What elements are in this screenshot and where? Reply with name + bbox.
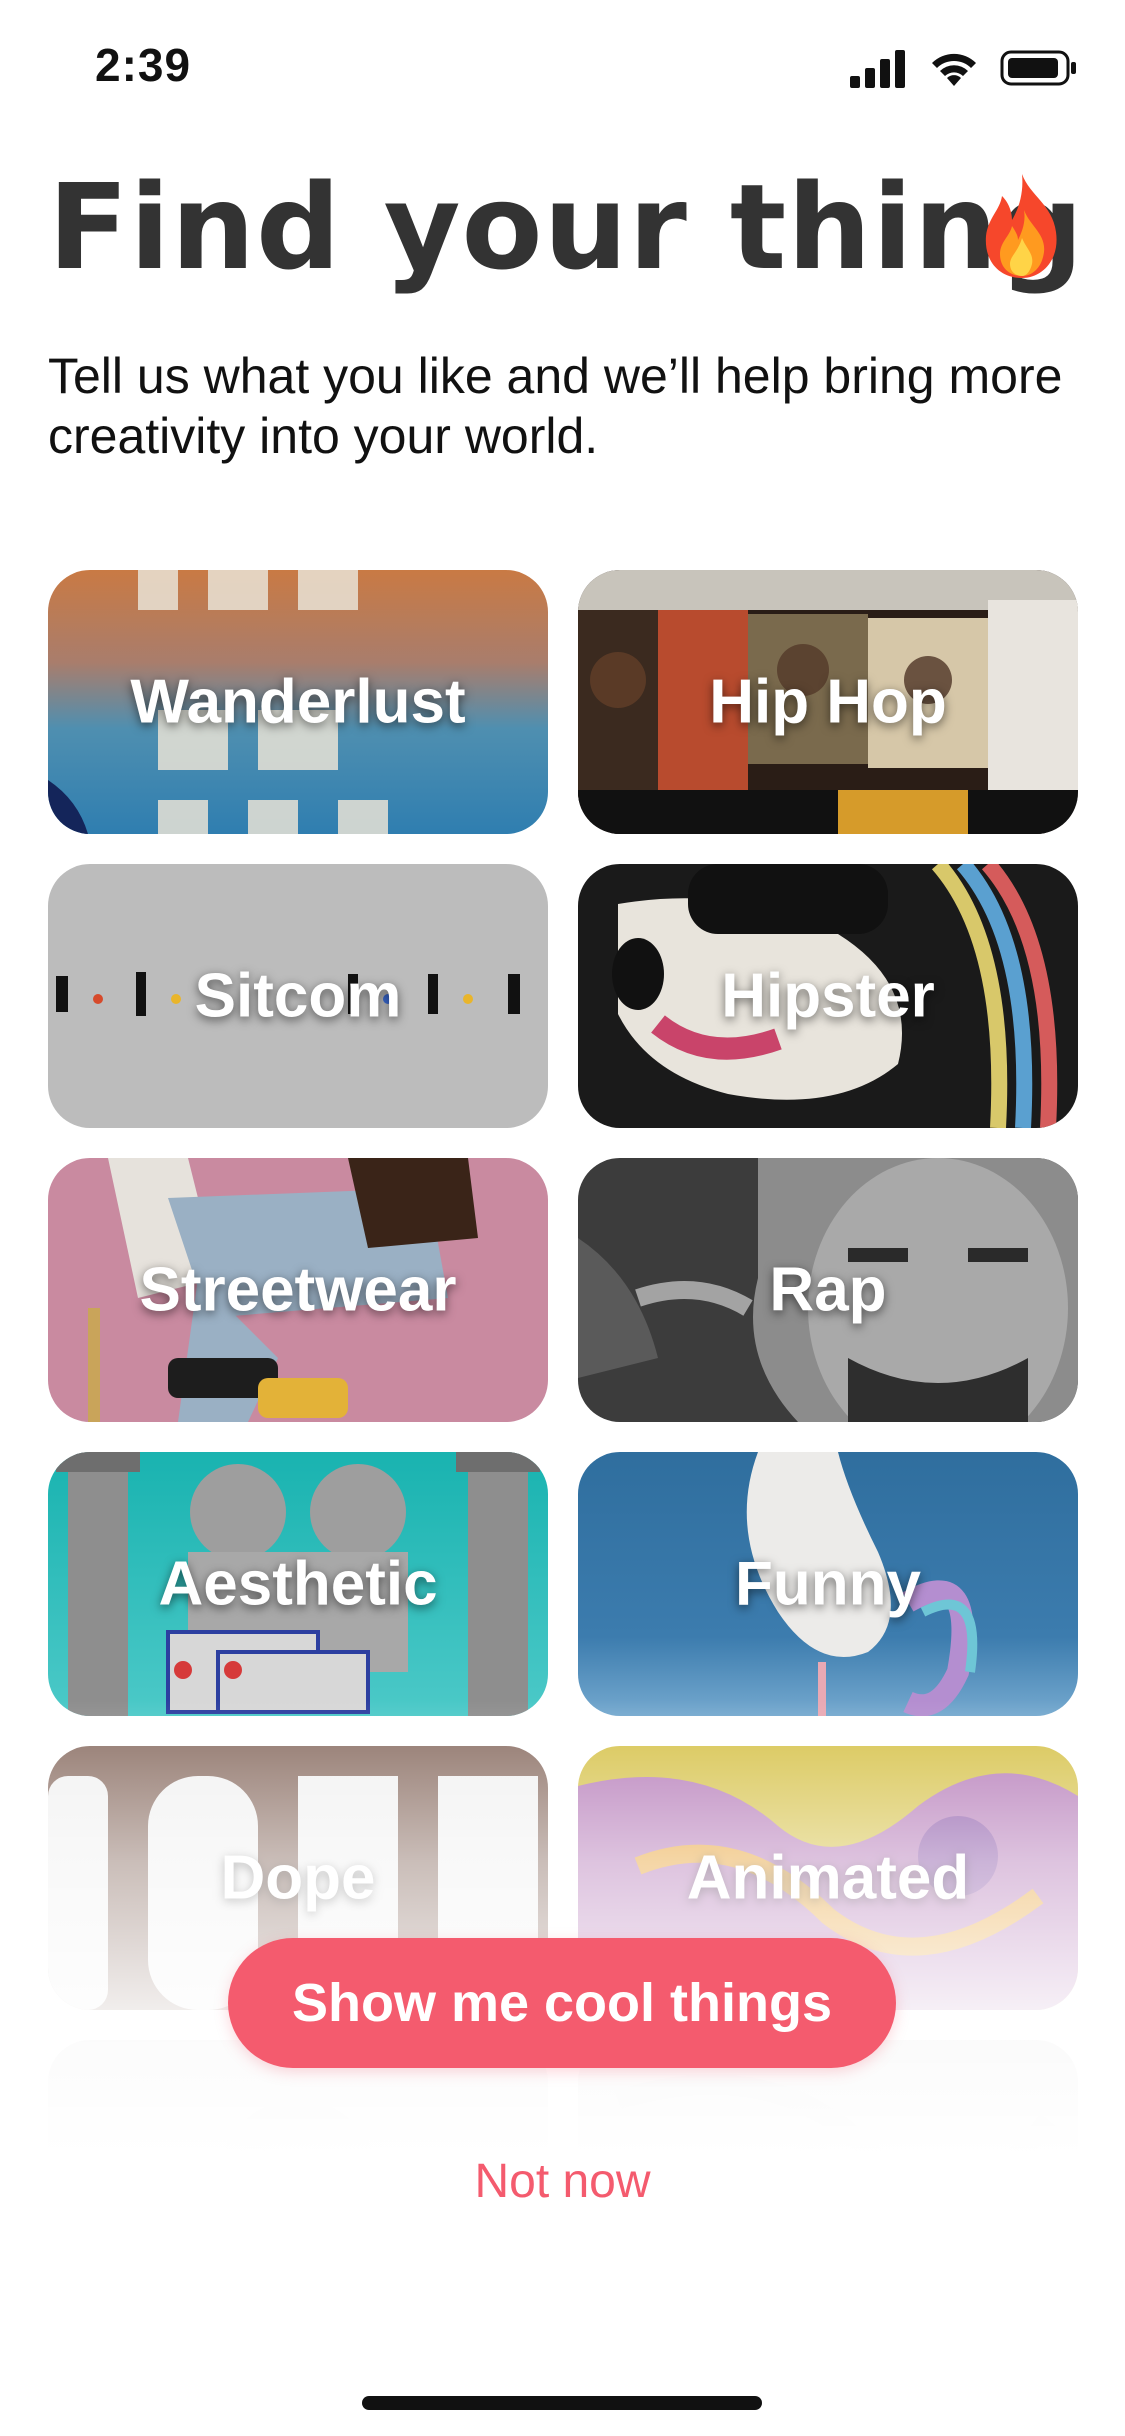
fire-emoji-icon [985,174,1057,278]
wifi-icon [932,53,976,86]
status-bar: 2:39 [0,0,1125,132]
interest-tile-hipster[interactable]: Hipster [578,864,1078,1128]
interest-label: Streetwear [139,1255,457,1325]
interest-label: Wanderlust [130,667,466,737]
not-now-button[interactable]: Not now [0,2154,1125,2209]
interest-label: Funny [735,1549,921,1619]
show-me-cool-things-button[interactable]: Show me cool things [228,1938,896,2068]
interest-label: Hipster [721,961,935,1031]
home-indicator [362,2396,762,2410]
interest-label: Rap [769,1255,887,1325]
interest-tile-streetwear[interactable]: Streetwear [48,1158,548,1422]
interest-tile-funny[interactable]: Funny [578,1452,1078,1716]
page-title: Find your thing [48,158,1085,296]
interest-tile-wanderlust[interactable]: Wanderlust [48,570,548,834]
interest-label: Animated [686,1843,970,1913]
interest-tile-rap[interactable]: Rap [578,1158,1078,1422]
status-icons [850,48,1080,92]
cellular-signal-icon [850,50,905,88]
interest-tile-aesthetic[interactable]: Aesthetic [48,1452,548,1716]
status-time: 2:39 [95,39,192,91]
interest-label: Sitcom [194,961,402,1031]
interest-label: Dope [220,1843,376,1913]
interest-label: Hip Hop [709,667,947,737]
page-subtitle: Tell us what you like and we’ll help bri… [48,348,1063,464]
interest-tile-sitcom[interactable]: Sitcom [48,864,548,1128]
interest-label: Aesthetic [158,1549,438,1619]
battery-icon [1000,50,1076,86]
interest-picker-screen: 2:39 Find your thing Tell us what you li… [0,0,1125,2436]
interest-tile-hip-hop[interactable]: Hip Hop [578,570,1078,834]
